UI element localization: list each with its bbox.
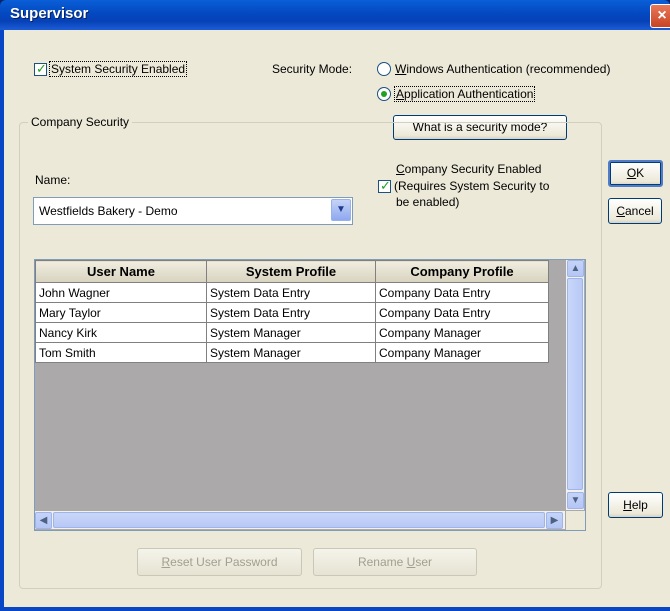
help-text: elp <box>631 498 648 512</box>
accel-c: C <box>396 162 405 176</box>
windows-auth-text: indows Authentication (recommended) <box>406 62 611 76</box>
radio-windows-auth[interactable] <box>377 62 391 76</box>
accel-o: O <box>626 166 637 180</box>
user-grid[interactable]: User Name System Profile Company Profile… <box>34 259 586 531</box>
rename-user-button[interactable]: Rename User <box>313 548 477 576</box>
close-button[interactable]: × <box>650 4 670 28</box>
cell-user-name[interactable]: John Wagner <box>35 282 207 303</box>
reset-user-password-button[interactable]: Reset User Password <box>137 548 302 576</box>
chevron-down-icon: ▼ <box>570 495 581 506</box>
ok-button[interactable]: OK <box>608 160 663 187</box>
user-table: User Name System Profile Company Profile… <box>35 260 549 363</box>
scroll-right-button[interactable]: ▶ <box>546 512 563 529</box>
system-security-label[interactable]: System Security Enabled <box>48 61 188 77</box>
radio-windows-auth-label[interactable]: Windows Authentication (recommended) <box>395 62 610 76</box>
accel-h: H <box>623 498 632 512</box>
window-border-bottom <box>0 607 670 611</box>
window-title: Supervisor <box>10 5 89 22</box>
company-name-combobox[interactable]: Westfields Bakery - Demo ▼ <box>33 197 353 225</box>
company-security-enabled-line2: (Requires System Security to <box>394 179 550 193</box>
help-button[interactable]: Help <box>608 492 663 518</box>
reset-text: eset User Password <box>170 555 278 569</box>
horizontal-scrollbar[interactable]: ◀ ▶ <box>35 511 565 529</box>
accel-c-cancel: C <box>616 204 625 218</box>
scrollbar-corner <box>566 511 585 530</box>
cell-user-name[interactable]: Tom Smith <box>35 342 207 363</box>
rename-text-pre: Rename <box>357 555 407 569</box>
app-auth-text: pplication Authentication <box>404 87 534 101</box>
table-row[interactable]: John Wagner System Data Entry Company Da… <box>35 282 549 303</box>
company-enabled-text: ompany Security Enabled <box>404 162 542 176</box>
security-mode-label: Security Mode: <box>272 62 353 76</box>
cell-company-profile[interactable]: Company Manager <box>375 322 549 343</box>
check-icon: ✓ <box>380 178 391 193</box>
radio-app-auth[interactable] <box>377 87 391 101</box>
chevron-left-icon: ◀ <box>39 515 48 526</box>
company-security-checkbox[interactable]: ✓ <box>378 178 391 193</box>
table-row[interactable]: Mary Taylor System Data Entry Company Da… <box>35 302 549 323</box>
cell-company-profile[interactable]: Company Data Entry <box>375 302 549 323</box>
ok-text: K <box>636 166 645 180</box>
cell-system-profile[interactable]: System Data Entry <box>206 282 376 303</box>
table-row[interactable]: Nancy Kirk System Manager Company Manage… <box>35 322 549 343</box>
cell-company-profile[interactable]: Company Manager <box>375 342 549 363</box>
radio-app-auth-label[interactable]: Application Authentication <box>393 86 536 102</box>
cancel-text: ancel <box>624 204 654 218</box>
close-icon: × <box>657 7 667 24</box>
cell-user-name[interactable]: Nancy Kirk <box>35 322 207 343</box>
cell-company-profile[interactable]: Company Data Entry <box>375 282 549 303</box>
accel-w: W <box>395 62 407 76</box>
column-header-company-profile[interactable]: Company Profile <box>375 260 549 283</box>
rename-text-post: ser <box>415 555 433 569</box>
scroll-left-button[interactable]: ◀ <box>35 512 52 529</box>
company-name-value: Westfields Bakery - Demo <box>39 204 178 218</box>
system-security-checkbox[interactable]: ✓ <box>34 61 47 76</box>
chevron-up-icon: ▲ <box>570 263 581 274</box>
combo-dropdown-button[interactable]: ▼ <box>331 199 351 221</box>
company-security-enabled-line1: Company Security Enabled <box>396 162 541 176</box>
horizontal-scroll-thumb[interactable] <box>53 512 545 528</box>
accel-a: A <box>396 87 405 101</box>
table-row[interactable]: Tom Smith System Manager Company Manager <box>35 342 549 363</box>
column-header-system-profile[interactable]: System Profile <box>206 260 376 283</box>
radio-selected-dot <box>381 91 387 97</box>
supervisor-window: Supervisor × ✓ System Security Enabled S… <box>0 0 670 611</box>
scroll-up-button[interactable]: ▲ <box>567 260 584 277</box>
company-security-enabled-line3: be enabled) <box>396 195 460 209</box>
scroll-down-button[interactable]: ▼ <box>567 492 584 509</box>
cell-system-profile[interactable]: System Data Entry <box>206 302 376 323</box>
accel-r: R <box>161 555 171 569</box>
cell-system-profile[interactable]: System Manager <box>206 322 376 343</box>
cell-system-profile[interactable]: System Manager <box>206 342 376 363</box>
vertical-scrollbar[interactable]: ▲ ▼ <box>566 260 584 510</box>
column-header-user-name[interactable]: User Name <box>35 260 207 283</box>
check-icon: ✓ <box>36 61 47 76</box>
cell-user-name[interactable]: Mary Taylor <box>35 302 207 323</box>
chevron-right-icon: ▶ <box>550 515 559 526</box>
company-security-group-title: Company Security <box>28 115 133 129</box>
cancel-button[interactable]: Cancel <box>608 198 662 224</box>
name-label: Name: <box>35 173 71 187</box>
vertical-scroll-thumb[interactable] <box>567 278 583 490</box>
title-bar[interactable]: Supervisor × <box>0 0 670 30</box>
chevron-down-icon: ▼ <box>336 204 346 215</box>
